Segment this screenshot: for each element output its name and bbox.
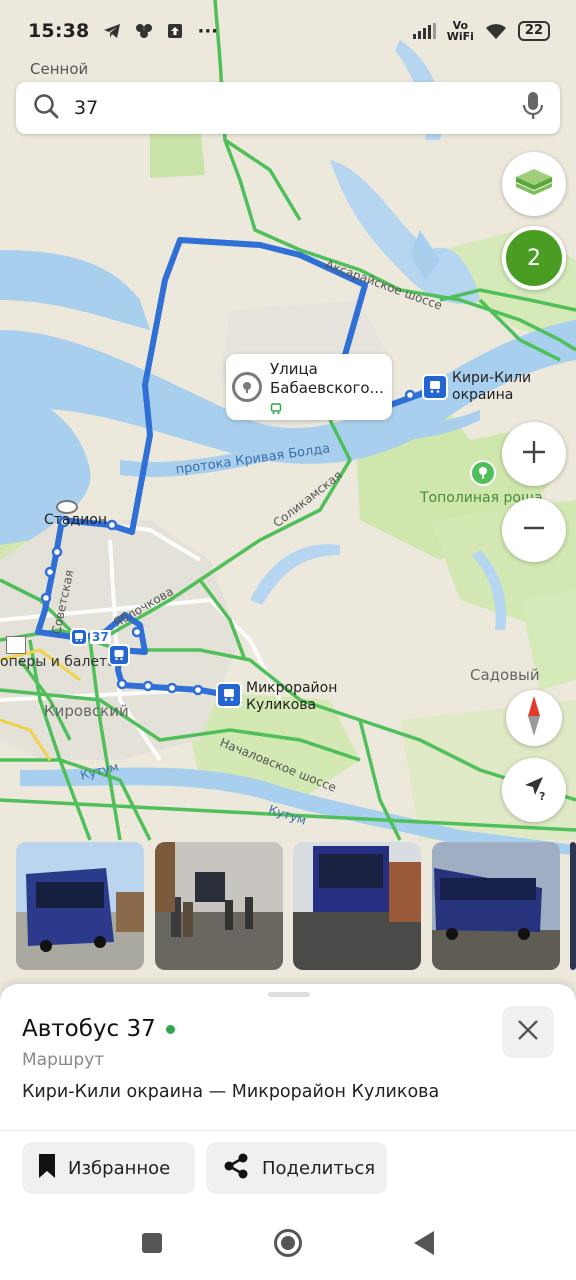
wifi-icon (484, 22, 508, 40)
status-bar: 15:38 ··· Vo WiFi 22 (0, 0, 576, 62)
favorite-label: Избранное (68, 1157, 171, 1179)
layers-icon (514, 163, 554, 205)
route-badge: 37 (70, 628, 111, 646)
share-label: Поделиться (262, 1157, 376, 1179)
status-time: 15:38 (28, 20, 90, 42)
bus-stop-end-icon[interactable] (216, 682, 242, 708)
search-input[interactable]: 37 (74, 97, 522, 119)
map-callout[interactable]: Улица Бабаевского... (226, 354, 392, 420)
photo-strip[interactable] (0, 842, 576, 972)
photo-thumbnail[interactable] (16, 842, 144, 970)
app-cloud-icon (135, 23, 153, 39)
place-pin-icon (232, 372, 262, 402)
bus-stop-icon[interactable] (108, 644, 130, 666)
sheet-grabber[interactable] (268, 992, 310, 997)
search-bar[interactable]: 37 (16, 82, 560, 134)
compass-icon (524, 696, 544, 740)
signal-icon (412, 23, 437, 39)
route-number-label: 37 (90, 630, 111, 644)
zoom-out-button[interactable] (502, 498, 566, 562)
zoom-in-button[interactable] (502, 422, 566, 486)
route-subtitle: Маршрут (22, 1050, 105, 1070)
route-endpoints: Кири-Кили окраина — Микрорайон Куликова (22, 1082, 440, 1102)
recent-apps-button[interactable] (141, 1232, 163, 1258)
route-title-row: Автобус 37 (22, 1016, 175, 1042)
vowifi-bottom: WiFi (446, 30, 474, 43)
bus-icon (270, 400, 384, 419)
close-icon (517, 1019, 539, 1045)
layers-count-badge[interactable]: 2 (502, 226, 566, 290)
map-label-opera: оперы и балета (0, 654, 116, 670)
callout-title: Улица Бабаевского... (270, 360, 384, 397)
photo-thumbnail[interactable] (155, 842, 283, 970)
status-dot (165, 1024, 175, 1034)
layers-button[interactable] (502, 152, 566, 216)
telegram-icon (103, 23, 121, 39)
photo-thumbnail[interactable] (293, 842, 421, 970)
stop-start-label: Кири-Кили окраина (452, 370, 531, 404)
map-label-stadium: Стадион (44, 512, 108, 528)
close-button[interactable] (502, 1006, 554, 1058)
bus-stop-start-icon[interactable] (422, 374, 448, 400)
home-button[interactable] (273, 1228, 303, 1262)
system-nav-bar (0, 1210, 576, 1280)
microphone-icon[interactable] (522, 91, 544, 125)
route-title: Автобус 37 (22, 1016, 156, 1042)
search-icon[interactable] (32, 92, 60, 124)
share-icon (222, 1152, 250, 1185)
my-location-button[interactable]: ? (502, 758, 566, 822)
location-arrow-icon: ? (519, 773, 549, 807)
map-label-sadovy: Садовый (470, 666, 540, 684)
plus-icon (521, 439, 547, 469)
favorite-button[interactable]: Избранное (22, 1142, 195, 1194)
compass-button[interactable] (506, 690, 562, 746)
battery-indicator: 22 (517, 21, 550, 41)
share-button[interactable]: Поделиться (206, 1142, 387, 1194)
stop-end-label: Микрорайон Куликова (246, 680, 337, 714)
bus-stop-icon (70, 628, 88, 646)
svg-text:?: ? (539, 790, 545, 803)
photo-thumbnail[interactable] (432, 842, 560, 970)
photo-thumbnail[interactable] (570, 842, 576, 970)
bookmark-icon (38, 1153, 56, 1184)
park-icon (470, 460, 496, 486)
vowifi-indicator: Vo WiFi (447, 20, 474, 42)
stadium-icon (56, 500, 78, 514)
stop-end-line2: Куликова (246, 697, 317, 713)
minus-icon (521, 515, 547, 545)
upload-icon (167, 23, 183, 39)
stop-start-line2: окраина (452, 387, 514, 403)
stop-start-line1: Кири-Кили (452, 370, 532, 386)
back-button[interactable] (413, 1230, 435, 1260)
more-notifications-icon: ··· (197, 20, 218, 42)
map-label-sennoy: Сенной (30, 60, 89, 78)
theater-icon (6, 636, 26, 654)
divider (0, 1130, 576, 1131)
map-label-kirovsky: Кировский (44, 702, 129, 720)
stop-end-line1: Микрорайон (246, 680, 338, 696)
